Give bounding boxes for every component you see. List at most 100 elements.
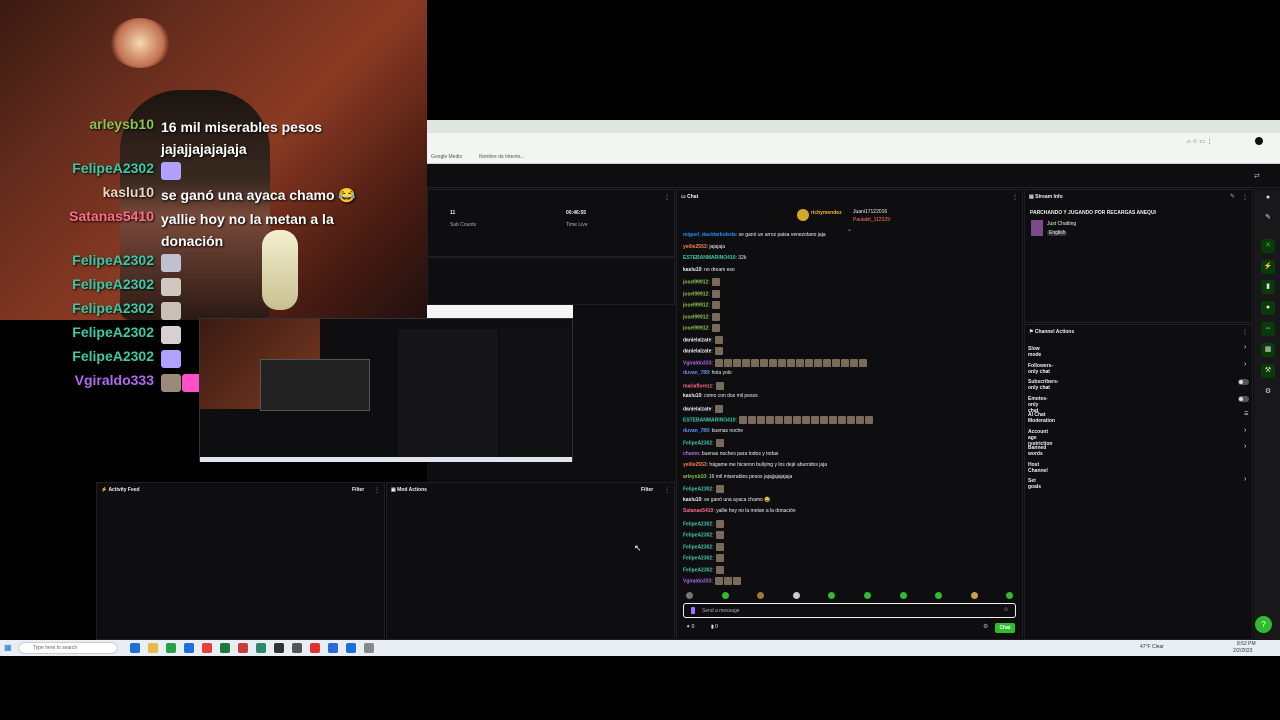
settings-gear-icon[interactable]: ⚙ — [983, 623, 988, 630]
chat-username[interactable]: ESTEBANMARINO410 — [683, 417, 736, 423]
chat-username[interactable]: FelipeA2302 — [683, 544, 712, 550]
reward-icon[interactable] — [971, 592, 978, 599]
wrench-icon[interactable]: ⚒ — [1261, 364, 1275, 378]
chevron-right-icon[interactable]: › — [1244, 476, 1246, 483]
help-icon[interactable]: ? — [1255, 616, 1272, 633]
edge-icon[interactable] — [130, 643, 140, 653]
more-icon[interactable]: ⋮ — [1012, 194, 1018, 201]
chat-username[interactable]: FelipeA2302 — [683, 555, 712, 561]
more-icon[interactable]: ⋮ — [664, 487, 670, 494]
bookmark-icon[interactable]: ▮ — [1261, 280, 1275, 294]
browser-tab-bar[interactable] — [427, 120, 1280, 133]
user-icon[interactable] — [686, 592, 693, 599]
more-icon[interactable]: ⋮ — [664, 194, 670, 201]
chat-username[interactable]: Vgiraldo333 — [683, 360, 711, 366]
edit-icon[interactable]: ✎ — [1230, 193, 1235, 200]
reward-icon[interactable] — [722, 592, 729, 599]
channel-action-item[interactable]: Followers-only chat — [1028, 363, 1053, 375]
clock-date[interactable]: 2/2/2023 — [1233, 648, 1252, 654]
chat-username[interactable]: duvan_789 — [683, 428, 709, 434]
app-icon[interactable] — [346, 643, 356, 653]
reward-icon[interactable] — [864, 592, 871, 599]
top-user[interactable]: richymendez — [811, 210, 842, 216]
channel-action-item[interactable]: Subscribers-only chat — [1028, 379, 1059, 391]
toggle-switch[interactable] — [1238, 379, 1249, 385]
channel-action-item[interactable]: Host Channel — [1028, 462, 1048, 474]
whatsapp-icon[interactable] — [166, 643, 176, 653]
chat-username[interactable]: mariaflorezz — [683, 383, 712, 389]
filter-button[interactable]: Filter — [641, 487, 653, 493]
chat-username[interactable]: kaslu10 — [683, 393, 701, 399]
excel-icon[interactable] — [220, 643, 230, 653]
folder-icon[interactable] — [148, 643, 158, 653]
channel-action-item[interactable]: AI Chat Moderation — [1028, 412, 1055, 424]
chat-username[interactable]: arleysb10 — [683, 474, 706, 480]
chat-username[interactable]: josel99912 — [683, 291, 708, 297]
bookmark-item[interactable]: Nombre de Interés... — [479, 154, 525, 160]
chat-username[interactable]: josel99912 — [683, 279, 708, 285]
filter-button[interactable]: Filter — [352, 487, 364, 493]
channel-action-item[interactable]: Banned words — [1028, 445, 1046, 457]
profile-icon[interactable] — [1255, 137, 1263, 145]
channel-action-item[interactable]: Slow mode — [1028, 346, 1041, 358]
points-display[interactable]: ✦ 0 — [686, 624, 694, 630]
grid-icon[interactable]: ▦ — [1261, 343, 1275, 357]
chat-input[interactable]: Send a message ☺ — [683, 603, 1016, 618]
bits-display[interactable]: ▮ 0 — [711, 624, 718, 630]
chrome-icon[interactable] — [202, 643, 212, 653]
chat-username[interactable]: yeilie2553 — [683, 244, 707, 250]
chat-username[interactable]: FelipeA2302 — [683, 440, 712, 446]
chat-username[interactable]: duvan_789 — [683, 370, 709, 376]
chat-username[interactable]: josel99912 — [683, 325, 708, 331]
chat-username[interactable]: FelipeA2302 — [683, 532, 712, 538]
chat-username[interactable]: josel99912 — [683, 302, 708, 308]
chat-username[interactable]: kaslu10 — [683, 497, 701, 503]
app-icon[interactable] — [292, 643, 302, 653]
more-icon[interactable]: ⋮ — [374, 487, 380, 494]
chat-username[interactable]: miguel_davidarboleda — [683, 232, 736, 238]
gifter-1[interactable]: Juani17122016 — [853, 209, 887, 215]
chevron-right-icon[interactable]: › — [1244, 361, 1246, 368]
share-icon[interactable]: ⇄ — [1254, 172, 1260, 180]
obs-icon[interactable] — [274, 643, 284, 653]
browser-address-bar[interactable]: ⌂ ☆ ▭ ⋮ — [427, 133, 1280, 151]
browser-toolbar-icons[interactable]: ⌂ ☆ ▭ ⋮ — [1187, 138, 1213, 145]
reward-icon[interactable] — [793, 592, 800, 599]
app-icon[interactable] — [256, 643, 266, 653]
app-icon[interactable] — [238, 643, 248, 653]
chat-username[interactable]: danielalzate — [683, 337, 711, 343]
chat-username[interactable]: FelipeA2302 — [683, 521, 712, 527]
windows-start-icon[interactable]: ▦ — [4, 643, 12, 652]
chat-username[interactable]: josel99912 — [683, 314, 708, 320]
stream-category[interactable]: Just Chatting — [1047, 221, 1076, 227]
chevron-right-icon[interactable]: › — [1244, 427, 1246, 434]
app-icon[interactable] — [184, 643, 194, 653]
youtube-icon[interactable] — [310, 643, 320, 653]
pencil-icon[interactable]: ✎ — [1261, 211, 1275, 225]
emote-picker-icon[interactable]: ☺ — [1003, 607, 1009, 613]
chat-username[interactable]: danielalzate — [683, 348, 711, 354]
more-icon[interactable]: ⋮ — [1242, 194, 1248, 201]
gifter-2[interactable]: Paulakit_112329 — [853, 217, 890, 223]
chat-username[interactable]: kaslu10 — [683, 267, 701, 273]
reward-icon[interactable] — [757, 592, 764, 599]
taskbar-search[interactable]: Type here to search — [18, 642, 118, 654]
chevron-right-icon[interactable]: › — [1244, 443, 1246, 450]
channel-action-item[interactable]: Emotes-only chat — [1028, 396, 1048, 414]
chat-username[interactable]: chamo — [683, 451, 699, 457]
settings-icon[interactable]: ⚙ — [1261, 385, 1275, 399]
chat-username[interactable]: ESTEBANMARINO410 — [683, 255, 736, 261]
channel-action-item[interactable]: Set goals — [1028, 478, 1041, 490]
chat-username[interactable]: FelipeA2302 — [683, 567, 712, 573]
app-icon[interactable] — [328, 643, 338, 653]
reward-icon[interactable] — [828, 592, 835, 599]
chevron-right-icon[interactable]: › — [1244, 344, 1246, 351]
settings-sliders-icon[interactable]: ☰ — [1244, 411, 1248, 417]
chevron-down-icon[interactable]: ⌄ — [847, 226, 852, 233]
chat-username[interactable]: Satanas5410 — [683, 508, 713, 514]
user-icon[interactable]: ● — [1261, 191, 1275, 205]
reward-icon[interactable] — [1006, 592, 1013, 599]
clock-time[interactable]: 8:52 PM — [1237, 641, 1256, 647]
bookmark-item[interactable]: Google Medio — [431, 154, 462, 160]
more-icon[interactable]: ⋮ — [1242, 329, 1248, 336]
